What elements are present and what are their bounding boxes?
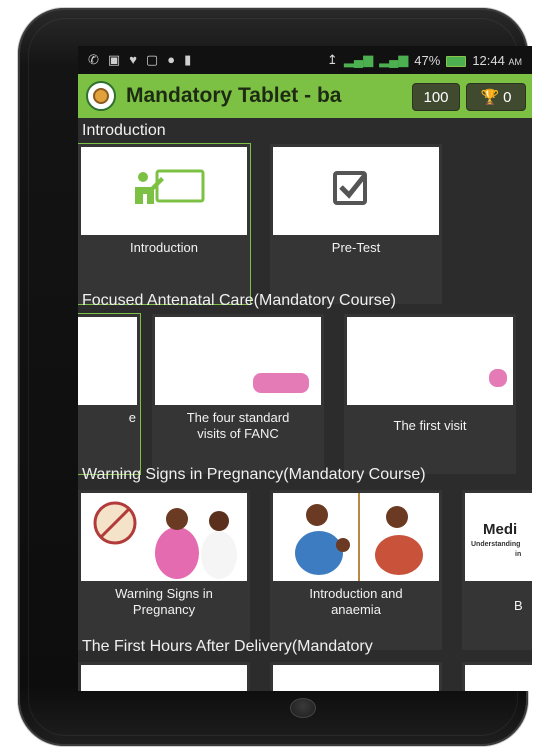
card-media-partial[interactable]: Medi Understanding in B: [462, 490, 532, 650]
signal-icon: ▂▄▆: [343, 52, 374, 67]
section-title-warning-signs: Warning Signs in Pregnancy(Mandatory Cou…: [82, 466, 426, 483]
card-label: Pre-Test: [331, 240, 381, 255]
card-first-hours-3[interactable]: [462, 662, 532, 691]
chat-icon: ●: [167, 52, 176, 67]
battery-icon: [446, 55, 467, 67]
card-pre-test[interactable]: Pre-Test: [270, 144, 442, 304]
status-right: ↥ ▂▄▆ ▂▄▆ 47% 12:44 AM: [327, 52, 522, 68]
clock-time: 12:44: [472, 52, 505, 68]
media-thumb-subtitle-2: in: [515, 551, 522, 558]
card-label: The four standard visits of FANC: [152, 410, 324, 442]
mother-child-illustration-icon: [295, 493, 423, 581]
fanc-badge-icon: [487, 367, 509, 389]
media-thumb-title: Medi: [483, 521, 518, 538]
image-icon: ▢: [145, 52, 159, 67]
fanc-badge-icon: [251, 371, 311, 395]
card-label-line1: Introduction and: [309, 586, 403, 601]
trophy-count: 0: [503, 88, 512, 106]
app-logo-icon[interactable]: [86, 81, 116, 111]
heart-icon: ♥: [129, 52, 137, 67]
section-row-fanc[interactable]: e The four standard visits of FANC The f…: [78, 313, 532, 475]
card-four-standard-visits[interactable]: The four standard visits of FANC: [152, 314, 324, 474]
card-thumbnail: [81, 147, 247, 235]
card-introduction-anaemia[interactable]: Introduction and anaemia: [270, 490, 442, 650]
app-title: Mandatory Tablet - ba: [126, 84, 342, 107]
card-thumbnail: [81, 665, 247, 691]
pregnancy-illustration-icon: [93, 501, 237, 579]
section-title-fanc: Focused Antenatal Care(Mandatory Course): [82, 292, 396, 309]
battery-percent: 47%: [414, 52, 441, 68]
trophy-badge[interactable]: 🏆 0: [466, 83, 526, 111]
clock: 12:44 AM: [472, 53, 522, 68]
card-label: Introduction: [130, 240, 198, 255]
section-title-introduction: Introduction: [82, 122, 166, 139]
app-bar: Mandatory Tablet - ba 100 🏆 0: [78, 74, 532, 118]
course-list[interactable]: Introduction Introduction Pre-Test Focus…: [78, 118, 532, 691]
status-bar: ✆ ▣ ♥ ▢ ● ▮ ↥ ▂▄▆ ▂▄▆ 47% 12:44 AM: [78, 46, 532, 74]
card-label-line2: Pregnancy: [132, 602, 196, 617]
notification-icons: ✆ ▣ ♥ ▢ ● ▮: [88, 52, 191, 68]
section-row-introduction[interactable]: Introduction Pre-Test: [78, 143, 532, 305]
card-introduction[interactable]: Introduction: [78, 143, 251, 305]
card-label: Introduction and anaemia: [270, 586, 442, 618]
card-thumbnail: [465, 665, 532, 691]
whatsapp-icon: ✆: [88, 52, 99, 67]
card-thumbnail: [78, 317, 137, 405]
card-warning-signs[interactable]: Warning Signs in Pregnancy: [78, 490, 250, 650]
card-first-visit[interactable]: The first visit: [344, 314, 516, 474]
card-first-hours-1[interactable]: [78, 662, 250, 691]
card-thumbnail: [347, 317, 513, 405]
card-thumbnail: Medi Understanding in: [465, 493, 532, 581]
card-fanc-partial[interactable]: e: [78, 313, 141, 475]
clock-suffix: AM: [508, 56, 523, 67]
section-row-first-hours[interactable]: [78, 662, 532, 691]
screen-icon: ▣: [107, 52, 121, 67]
card-thumbnail: [273, 147, 439, 235]
card-thumbnail: [273, 493, 439, 581]
tablet-device: ✆ ▣ ♥ ▢ ● ▮ ↥ ▂▄▆ ▂▄▆ 47% 12:44 AM Manda…: [18, 8, 532, 746]
section-title-first-hours: The First Hours After Delivery(Mandatory: [82, 638, 373, 655]
card-thumbnail: [81, 493, 247, 581]
message-icon: ▮: [184, 52, 192, 67]
location-icon: ↥: [326, 52, 338, 67]
card-label-line1: The four standard: [186, 410, 290, 425]
card-label: B: [514, 598, 523, 613]
card-label: e: [128, 410, 136, 425]
card-label: Warning Signs in Pregnancy: [78, 586, 250, 618]
checkbox-checked-icon: [333, 171, 367, 205]
card-label: The first visit: [393, 418, 467, 433]
card-thumbnail: [273, 665, 439, 691]
card-thumbnail: [155, 317, 321, 405]
card-label-line1: Warning Signs in: [115, 586, 213, 601]
teacher-board-icon: [135, 169, 205, 204]
signal-icon-2: ▂▄▆: [379, 52, 409, 67]
section-row-warning-signs[interactable]: Warning Signs in Pregnancy Introduction …: [78, 490, 532, 650]
card-label-line2: anaemia: [331, 602, 381, 617]
home-button[interactable]: [290, 698, 316, 718]
points-badge[interactable]: 100: [412, 83, 460, 111]
trophy-icon: 🏆: [480, 89, 500, 106]
card-label-line2: visits of FANC: [197, 426, 279, 441]
card-first-hours-2[interactable]: [270, 662, 442, 691]
screen: ✆ ▣ ♥ ▢ ● ▮ ↥ ▂▄▆ ▂▄▆ 47% 12:44 AM Manda…: [78, 46, 532, 691]
media-thumb-subtitle: Understanding: [471, 541, 521, 548]
